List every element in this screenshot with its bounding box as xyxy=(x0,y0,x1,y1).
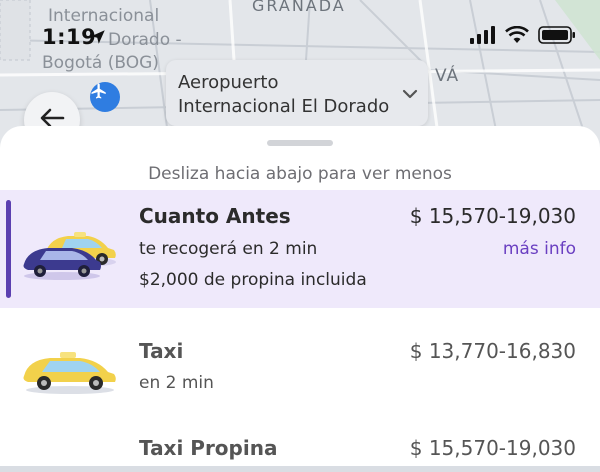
ride-name: Taxi Propina xyxy=(139,436,278,460)
ride-price: $ 15,570-19,030 xyxy=(409,436,576,460)
chevron-down-icon xyxy=(402,85,418,104)
ride-options-sheet[interactable]: Desliza hacia abajo para ver menos Cuant… xyxy=(0,126,600,466)
battery-icon xyxy=(538,26,576,48)
ride-option-cuanto-antes[interactable]: Cuanto Antes $ 15,570-19,030 te recogerá… xyxy=(0,190,600,308)
sheet-hint: Desliza hacia abajo para ver menos xyxy=(148,164,452,184)
taxi-car-icon xyxy=(22,226,118,284)
ride-eta: en 2 min xyxy=(139,373,214,393)
map-label-granada: GRANADA xyxy=(252,0,346,15)
ride-option-taxi[interactable]: Taxi $ 13,770-16,830 en 2 min xyxy=(0,324,600,424)
status-bar: 1:19 xyxy=(0,22,600,52)
ride-option-taxi-propina[interactable]: Taxi Propina $ 15,570-19,030 xyxy=(0,432,600,472)
map-label-bogota: Bogotá (BOG) xyxy=(42,53,159,73)
airport-pin-icon[interactable] xyxy=(90,82,120,112)
ride-tip-note: $2,000 de propina incluida xyxy=(139,270,367,290)
wifi-icon xyxy=(505,25,529,48)
ride-price: $ 13,770-16,830 xyxy=(409,339,576,363)
sheet-drag-handle[interactable] xyxy=(267,140,333,146)
selected-indicator xyxy=(6,200,11,298)
map-label-va: VÁ xyxy=(435,66,460,86)
destination-line1: Aeropuerto xyxy=(178,72,279,93)
ride-name: Cuanto Antes xyxy=(139,204,291,228)
signal-icon xyxy=(470,26,496,48)
destination-label: Aeropuerto Internacional El Dorado xyxy=(178,71,393,119)
destination-line2: Internacional El Dorado xyxy=(178,96,390,117)
taxi-car-icon xyxy=(22,346,118,400)
ride-price: $ 15,570-19,030 xyxy=(409,204,576,228)
location-arrow-icon xyxy=(89,28,107,50)
ride-name: Taxi xyxy=(139,339,184,363)
destination-selector[interactable]: Aeropuerto Internacional El Dorado xyxy=(166,60,428,126)
ride-eta: te recogerá en 2 min xyxy=(139,239,318,259)
more-info-link[interactable]: más info xyxy=(503,239,576,259)
